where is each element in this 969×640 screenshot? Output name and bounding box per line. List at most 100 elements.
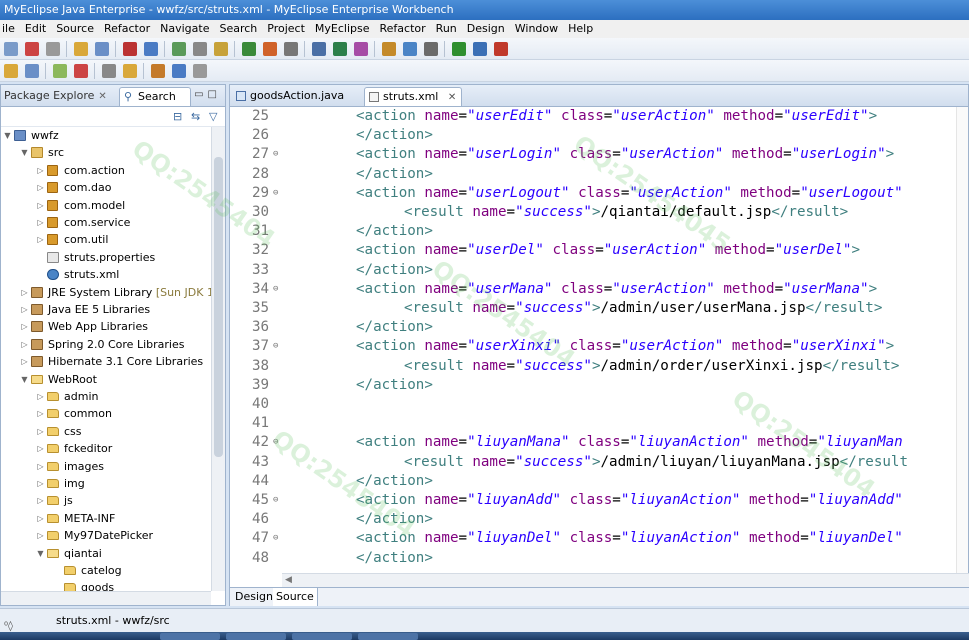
tree-item[interactable]: ▷ JRE System Library [Sun JDK 1.6	[1, 284, 211, 301]
menu-item[interactable]: MyEclipse	[310, 20, 375, 38]
tree-item[interactable]: catelog	[1, 562, 211, 579]
explorer-horizontal-scrollbar[interactable]	[1, 591, 211, 605]
toolbar-button-icon[interactable]	[74, 64, 88, 78]
toolbar-button-icon[interactable]	[382, 42, 396, 56]
close-icon[interactable]: ✕	[448, 92, 456, 103]
collapsed-arrow-icon[interactable]: ▷	[36, 475, 45, 492]
taskbar-button[interactable]	[292, 633, 352, 640]
menu-item[interactable]: Navigate	[155, 20, 214, 38]
toolbar-button-icon[interactable]	[102, 64, 116, 78]
tree-item[interactable]: ▷ com.dao	[1, 179, 211, 196]
toolbar-button-icon[interactable]	[193, 42, 207, 56]
collapsed-arrow-icon[interactable]: ▷	[20, 301, 29, 318]
menu-item[interactable]: ile	[0, 20, 20, 38]
tree-item[interactable]: ▼ src	[1, 144, 211, 161]
tree-item[interactable]: ▷ com.action	[1, 162, 211, 179]
tab-search[interactable]: ⚲ Search	[119, 87, 191, 106]
link-editor-icon[interactable]: ⇆	[191, 110, 200, 123]
collapsed-arrow-icon[interactable]: ▷	[36, 492, 45, 509]
tree-item[interactable]: ▷ admin	[1, 388, 211, 405]
toolbar-button-icon[interactable]	[74, 42, 88, 56]
scroll-left-icon[interactable]: ◀	[285, 575, 292, 585]
fold-toggle-icon[interactable]: ⊖	[273, 145, 278, 164]
expanded-arrow-icon[interactable]: ▼	[36, 545, 45, 562]
menu-item[interactable]: Help	[563, 20, 598, 38]
menu-item[interactable]: Search	[214, 20, 262, 38]
menu-item[interactable]: Window	[510, 20, 563, 38]
tree-item[interactable]: ▷ Java EE 5 Libraries	[1, 301, 211, 318]
toolbar-button-icon[interactable]	[25, 42, 39, 56]
tree-item[interactable]: struts.properties	[1, 249, 211, 266]
close-icon[interactable]: ✕	[98, 91, 106, 102]
toolbar-button-icon[interactable]	[354, 42, 368, 56]
tree-item[interactable]: ▼ qiantai	[1, 545, 211, 562]
tree-item[interactable]: ▷ com.service	[1, 214, 211, 231]
toolbar-button-icon[interactable]	[333, 42, 347, 56]
menu-item[interactable]: Run	[431, 20, 462, 38]
toolbar-button-icon[interactable]	[4, 42, 18, 56]
fold-toggle-icon[interactable]: ⊖	[273, 529, 278, 548]
tree-item[interactable]: ▷ com.model	[1, 197, 211, 214]
tree-item[interactable]: struts.xml	[1, 266, 211, 283]
tree-item[interactable]: ▷ img	[1, 475, 211, 492]
fold-toggle-icon[interactable]: ⊖	[273, 184, 278, 203]
collapsed-arrow-icon[interactable]: ▷	[36, 214, 45, 231]
collapsed-arrow-icon[interactable]: ▷	[36, 423, 45, 440]
tree-item[interactable]: ▷ Spring 2.0 Core Libraries	[1, 336, 211, 353]
tree-item[interactable]: ▷ js	[1, 492, 211, 509]
tab-source[interactable]: Source	[273, 588, 318, 606]
collapsed-arrow-icon[interactable]: ▷	[36, 458, 45, 475]
expanded-arrow-icon[interactable]: ▼	[20, 371, 29, 388]
collapse-all-icon[interactable]: ⊟	[173, 110, 182, 123]
toolbar-button-icon[interactable]	[46, 42, 60, 56]
toolbar-button-icon[interactable]	[214, 42, 228, 56]
toolbar-button-icon[interactable]	[452, 42, 466, 56]
tree-item[interactable]: goods	[1, 579, 211, 591]
fold-toggle-icon[interactable]: ⊖	[273, 337, 278, 356]
toolbar-button-icon[interactable]	[172, 42, 186, 56]
collapsed-arrow-icon[interactable]: ▷	[20, 318, 29, 335]
fold-toggle-icon[interactable]: ⊖	[273, 491, 278, 510]
toolbar-button-icon[interactable]	[403, 42, 417, 56]
tree-item[interactable]: ▷ images	[1, 458, 211, 475]
toolbar-button-icon[interactable]	[473, 42, 487, 56]
collapsed-arrow-icon[interactable]: ▷	[36, 440, 45, 457]
collapsed-arrow-icon[interactable]: ▷	[36, 231, 45, 248]
tab-package-explorer[interactable]: Package Explore ✕	[1, 87, 110, 106]
toolbar-button-icon[interactable]	[494, 42, 508, 56]
tree-item[interactable]: ▷ META-INF	[1, 510, 211, 527]
collapsed-arrow-icon[interactable]: ▷	[36, 388, 45, 405]
menu-item[interactable]: Refactor	[375, 20, 431, 38]
tab-goods-action-java[interactable]: goodsAction.java	[232, 87, 360, 106]
menu-item[interactable]: Project	[262, 20, 310, 38]
toolbar-button-icon[interactable]	[193, 64, 207, 78]
toolbar-button-icon[interactable]	[123, 42, 137, 56]
toolbar-button-icon[interactable]	[123, 64, 137, 78]
taskbar-button[interactable]	[160, 633, 220, 640]
menu-item[interactable]: Refactor	[99, 20, 155, 38]
toolbar-button-icon[interactable]	[242, 42, 256, 56]
collapsed-arrow-icon[interactable]: ▷	[20, 353, 29, 370]
fold-toggle-icon[interactable]: ⊖	[273, 433, 278, 452]
taskbar-button[interactable]	[358, 633, 418, 640]
tree-item[interactable]: ▷ com.util	[1, 231, 211, 248]
expanded-arrow-icon[interactable]: ▼	[20, 144, 29, 161]
tab-design[interactable]: Design	[232, 588, 277, 606]
fold-toggle-icon[interactable]: ⊖	[273, 280, 278, 299]
tree-item[interactable]: ▼ wwfz	[1, 127, 211, 144]
collapsed-arrow-icon[interactable]: ▷	[36, 179, 45, 196]
collapsed-arrow-icon[interactable]: ▷	[36, 510, 45, 527]
menu-item[interactable]: Design	[462, 20, 510, 38]
collapsed-arrow-icon[interactable]: ▷	[20, 284, 29, 301]
minimize-maximize-icon[interactable]: ▭□	[194, 89, 221, 100]
toolbar-button-icon[interactable]	[95, 42, 109, 56]
collapsed-arrow-icon[interactable]: ▷	[36, 197, 45, 214]
toolbar-button-icon[interactable]	[172, 64, 186, 78]
tab-struts-xml[interactable]: struts.xml ✕	[364, 87, 462, 106]
toolbar-button-icon[interactable]	[263, 42, 277, 56]
tree-item[interactable]: ▼ WebRoot	[1, 371, 211, 388]
menu-item[interactable]: Source	[51, 20, 99, 38]
toolbar-button-icon[interactable]	[4, 64, 18, 78]
view-menu-icon[interactable]: ▽	[209, 110, 217, 123]
tree-item[interactable]: ▷ My97DatePicker	[1, 527, 211, 544]
